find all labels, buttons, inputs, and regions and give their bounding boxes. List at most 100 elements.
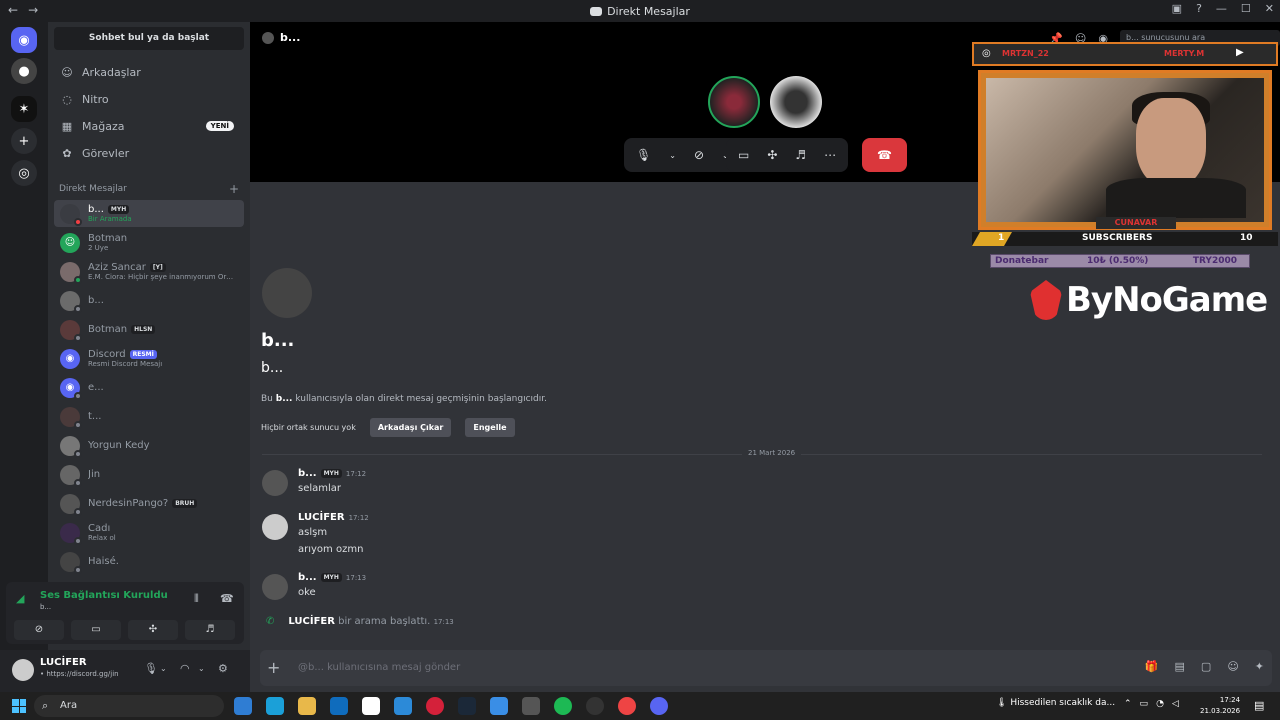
dm-item[interactable]: Botman HLSN xyxy=(54,316,244,343)
webcam-frame: CUNAVAR xyxy=(978,70,1272,230)
nav-nitro[interactable]: ◌ Nitro xyxy=(54,87,244,111)
app-icon[interactable] xyxy=(490,697,508,715)
taskbar-search[interactable]: ⌕ Ara xyxy=(34,695,224,717)
remove-friend-button[interactable]: Arkadaşı Çıkar xyxy=(369,418,452,437)
more-options-icon[interactable]: ⋯ xyxy=(824,148,836,162)
hang-up-button[interactable]: ☎ xyxy=(862,138,907,172)
quests-icon: ✿ xyxy=(62,147,72,160)
nav-friends[interactable]: ☺ Arkadaşlar xyxy=(54,60,244,84)
dm-item[interactable]: ◉ Discord RESMİ Resmi Discord Mesajı xyxy=(54,345,244,372)
participant-avatar[interactable] xyxy=(708,76,760,128)
file-explorer-icon[interactable] xyxy=(298,697,316,715)
obs-icon[interactable] xyxy=(586,697,604,715)
outlook-icon[interactable] xyxy=(330,697,348,715)
apps-icon[interactable]: ✦ xyxy=(1255,660,1264,673)
volume-icon[interactable]: ◁ xyxy=(1172,699,1179,709)
store-icon[interactable] xyxy=(362,697,380,715)
screen-share-icon[interactable]: ▭ xyxy=(738,148,749,162)
headphones-icon[interactable]: ◠ xyxy=(180,662,190,675)
microphone-icon[interactable]: 🎙 xyxy=(144,662,158,675)
soundboard-icon[interactable]: ♬ xyxy=(795,148,806,162)
minimize-button[interactable]: — xyxy=(1216,2,1227,15)
create-dm-icon[interactable]: + xyxy=(229,182,239,196)
emoji-icon[interactable]: ☺ xyxy=(1227,660,1238,673)
activities-icon[interactable]: ✣ xyxy=(767,148,777,162)
status-dot xyxy=(74,507,82,516)
webcam-body xyxy=(1106,178,1246,218)
weather-widget[interactable]: 🌡 Hissedilen sıcaklık da... xyxy=(996,698,1115,708)
dm-item[interactable]: Yorgun Kedy xyxy=(54,432,244,459)
dm-section-header: Direkt Mesajlar + xyxy=(59,182,239,196)
message-composer[interactable]: + @b... kullanıcısına mesaj gönder 🎁 ▤ ▢… xyxy=(260,650,1272,686)
microphone-icon[interactable]: 🎙 xyxy=(636,148,651,162)
guild-tag: HLSN xyxy=(131,325,156,334)
maximize-button[interactable]: ☐ xyxy=(1241,2,1251,15)
disconnect-icon[interactable]: ☎ xyxy=(220,592,234,605)
author-avatar[interactable] xyxy=(262,514,288,540)
gif-icon[interactable]: ▤ xyxy=(1175,660,1185,673)
nav-quests[interactable]: ✿ Görevler xyxy=(54,141,244,165)
dm-item[interactable]: Haisé. xyxy=(54,548,244,575)
author-avatar[interactable] xyxy=(262,574,288,600)
discord-home-icon[interactable]: ◉ xyxy=(11,27,37,53)
dm-item[interactable]: Cadı Relax ol xyxy=(54,519,244,546)
windows-start-icon[interactable] xyxy=(12,699,26,713)
camera-off-icon[interactable]: ⊘ xyxy=(694,148,704,162)
edge-icon[interactable] xyxy=(266,697,284,715)
avatar xyxy=(60,522,82,545)
chevron-down-icon[interactable]: ⌄ xyxy=(160,664,167,673)
inbox-icon[interactable]: ▣ xyxy=(1172,2,1182,15)
user-avatar[interactable] xyxy=(12,659,34,681)
spotify-icon[interactable] xyxy=(554,697,572,715)
chevron-down-icon[interactable]: ⌄ xyxy=(198,664,205,673)
intro-title: b... xyxy=(261,330,295,351)
dm-item[interactable]: ◉ e... xyxy=(54,374,244,401)
add-server-icon[interactable]: + xyxy=(11,128,37,154)
gift-icon[interactable]: 🎁 xyxy=(1145,660,1159,673)
discord-taskbar-icon[interactable] xyxy=(650,697,668,715)
author-avatar[interactable] xyxy=(262,470,288,496)
network-icon[interactable]: ◔ xyxy=(1156,699,1164,709)
screen-share-icon[interactable]: ▭ xyxy=(71,620,121,640)
nav-shop[interactable]: ▦ Mağaza YENİ xyxy=(54,114,244,138)
message-input[interactable]: @b... kullanıcısına mesaj gönder xyxy=(298,662,460,673)
chevron-down-icon[interactable]: ⌄ xyxy=(669,151,676,160)
close-button[interactable]: ✕ xyxy=(1265,2,1274,15)
teams-icon[interactable] xyxy=(394,697,412,715)
chrome-alt-icon[interactable] xyxy=(618,697,636,715)
copilot-icon[interactable] xyxy=(234,697,252,715)
dm-item[interactable]: b... xyxy=(54,287,244,314)
shop-icon: ▦ xyxy=(61,120,73,133)
noise-suppression-icon[interactable]: ⦀ xyxy=(194,592,199,606)
steam-icon[interactable] xyxy=(458,697,476,715)
dm-item[interactable]: ☺ Botman 2 Üye xyxy=(54,229,244,256)
notification-icon[interactable]: ▤ xyxy=(1254,699,1264,712)
attach-plus-icon[interactable]: + xyxy=(267,658,280,677)
bynogame-emblem-icon xyxy=(1030,280,1062,320)
server-emblem-icon[interactable]: ✶ xyxy=(11,96,37,122)
server-avatar-icon[interactable]: ● xyxy=(11,58,37,84)
intro-subtitle: b... xyxy=(261,360,284,376)
dm-item[interactable]: t... xyxy=(54,403,244,430)
channel-avatar xyxy=(262,31,274,44)
activities-icon[interactable]: ✣ xyxy=(128,620,178,640)
dm-item[interactable]: Jin xyxy=(54,461,244,488)
explore-icon[interactable]: ◎ xyxy=(11,160,37,186)
dm-item[interactable]: NerdesinPango? BRUH xyxy=(54,490,244,517)
help-icon[interactable]: ? xyxy=(1196,2,1202,15)
find-conversation-button[interactable]: Sohbet bul ya da başlat xyxy=(54,27,244,50)
camera-off-icon[interactable]: ⊘ xyxy=(14,620,64,640)
dm-item[interactable]: Aziz Sancar [Y] E.M. Ciora: Hiçbir şeye in… xyxy=(54,258,244,285)
chevron-up-icon[interactable]: ⌃ xyxy=(1124,699,1132,709)
settings-gear-icon[interactable]: ⚙ xyxy=(218,662,228,675)
participant-avatar[interactable] xyxy=(770,76,822,128)
battery-icon[interactable]: ▭ xyxy=(1140,699,1149,709)
soundboard-icon[interactable]: ♬ xyxy=(185,620,235,640)
sticker-icon[interactable]: ▢ xyxy=(1201,660,1211,673)
opera-icon[interactable] xyxy=(426,697,444,715)
nitro-icon: ◌ xyxy=(62,93,72,106)
block-button[interactable]: Engelle xyxy=(465,418,515,437)
taskbar-clock[interactable]: 17:24 21.03.2026 xyxy=(1200,695,1240,717)
dm-item[interactable]: b... MYH Bir Aramada xyxy=(54,200,244,227)
chrome-icon[interactable] xyxy=(522,697,540,715)
